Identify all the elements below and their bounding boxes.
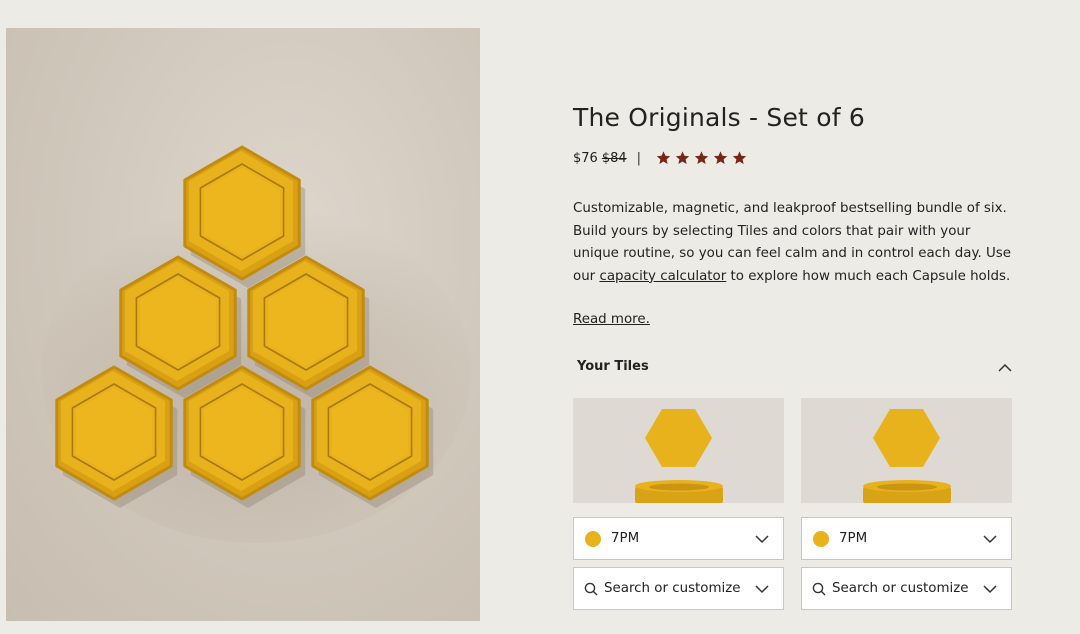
product-description: Customizable, magnetic, and leakproof be… — [573, 198, 1013, 288]
search-icon — [584, 582, 598, 595]
your-tiles-accordion-header[interactable]: Your Tiles — [573, 357, 1013, 379]
tile-2-search-select[interactable]: Search or customize — [801, 567, 1012, 610]
chevron-down-icon — [983, 535, 997, 544]
price-row: $76 $84 | — [573, 150, 748, 166]
tile-2-search-placeholder: Search or customize — [832, 581, 969, 596]
tile-1-search-placeholder: Search or customize — [604, 581, 741, 596]
capacity-calculator-link[interactable]: capacity calculator — [599, 269, 726, 284]
tile-2-time-select[interactable]: 7PM — [801, 517, 1012, 560]
read-more-link[interactable]: Read more. — [573, 312, 650, 327]
your-tiles-title: Your Tiles — [577, 359, 649, 374]
tile-2-time-label: 7PM — [839, 531, 868, 546]
tile-preview-1[interactable] — [573, 398, 784, 503]
chevron-up-icon[interactable] — [997, 361, 1013, 373]
product-title: The Originals - Set of 6 — [573, 103, 865, 132]
star-icon — [675, 151, 690, 164]
chevron-down-icon — [983, 585, 997, 594]
price-separator: | — [636, 150, 642, 166]
chevron-down-icon — [755, 585, 769, 594]
star-icon — [656, 151, 671, 164]
tile-color-swatch — [813, 530, 829, 547]
tile-1-time-select[interactable]: 7PM — [573, 517, 784, 560]
tile-preview-2[interactable] — [801, 398, 1012, 503]
star-icon — [732, 151, 747, 164]
description-text-2: to explore how much each Capsule holds. — [726, 268, 1011, 284]
tile-1-time-label: 7PM — [611, 531, 640, 546]
chevron-down-icon — [755, 535, 769, 544]
original-price: $84 — [601, 150, 627, 166]
product-image — [6, 28, 480, 621]
search-icon — [812, 582, 826, 595]
tile-color-swatch — [585, 530, 601, 547]
current-price: $76 — [573, 150, 598, 166]
star-icon — [694, 151, 709, 164]
hexagon-capsules-illustration — [41, 145, 471, 543]
hexagon-tile-icon — [635, 409, 723, 503]
hexagon-tile-icon — [863, 409, 951, 503]
star-icon — [713, 151, 728, 164]
tile-1-search-select[interactable]: Search or customize — [573, 567, 784, 610]
rating-stars[interactable] — [655, 150, 748, 166]
